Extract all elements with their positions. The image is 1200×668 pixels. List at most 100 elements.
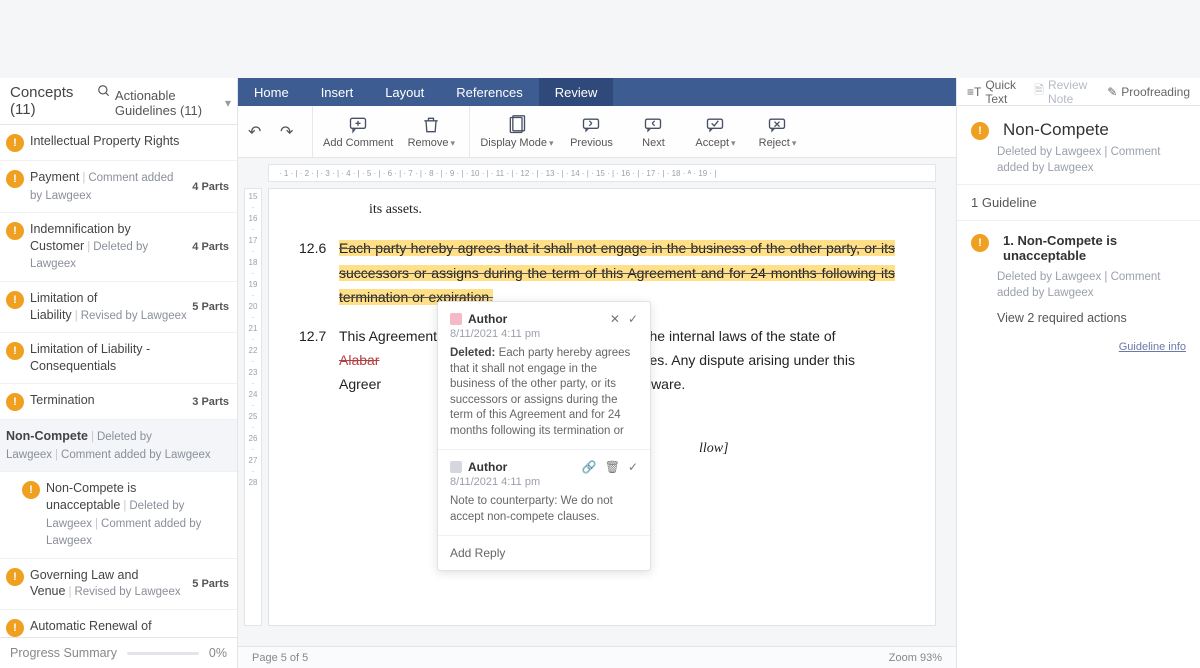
comment-author: Author (468, 460, 576, 474)
view-actions-link[interactable]: View 2 required actions (997, 311, 1186, 325)
right-meta: Deleted by Lawgeex | Comment added by La… (997, 144, 1186, 176)
concept-item[interactable]: ! Termination 3 Parts (0, 384, 237, 420)
status-dot-icon: ! (6, 134, 24, 152)
concepts-count: (11) (10, 101, 93, 118)
concept-title: Payment (30, 170, 79, 184)
comment-author: Author (468, 312, 604, 326)
status-dot-icon: ! (6, 619, 24, 637)
search-icon[interactable] (93, 84, 115, 101)
tab-review[interactable]: Review (539, 78, 614, 106)
redo-button[interactable]: ↷ (280, 122, 298, 142)
next-button[interactable]: Next (629, 115, 677, 149)
zoom-status: Zoom 93% (889, 652, 942, 664)
concept-subitem[interactable]: ! Non-Compete is unacceptable|Deleted by… (0, 472, 237, 558)
tab-home[interactable]: Home (238, 78, 305, 106)
left-sidebar: Concepts (11) Actionable Guidelines (11)… (0, 78, 238, 668)
concept-list: ! Intellectual Property Rights ! Payment… (0, 125, 237, 637)
document-viewport[interactable]: · 1 · | · 2 · | · 3 · | · 4 · | · 5 · | … (238, 158, 956, 646)
follow-text: llow] (699, 438, 895, 460)
concept-title: Non-Compete (6, 429, 88, 443)
progress-value: 0% (209, 646, 227, 660)
guideline-meta: Deleted by Lawgeex | Comment added by La… (997, 269, 1186, 301)
previous-button[interactable]: Previous (567, 115, 615, 149)
tab-bar: Home Insert Layout References Review (238, 78, 956, 106)
concept-item[interactable]: ! Limitation of Liability - Consequentia… (0, 333, 237, 384)
proof-icon: ✎ (1107, 85, 1117, 99)
guideline-info-link[interactable]: Guideline info (971, 341, 1186, 353)
concept-item[interactable]: ! Intellectual Property Rights (0, 125, 237, 161)
accept-button[interactable]: Accept▾ (691, 115, 739, 149)
parts-badge: 3 Parts (188, 396, 229, 408)
progress-summary: Progress Summary 0% (0, 637, 237, 668)
status-dot-icon: ! (6, 393, 24, 411)
concept-item-active[interactable]: Non-Compete|Deleted by Lawgeex|Comment a… (0, 420, 237, 472)
left-header: Concepts (11) Actionable Guidelines (11)… (0, 78, 237, 125)
note-icon: 🗎 (1034, 81, 1044, 102)
close-icon[interactable]: ✕ (610, 312, 620, 326)
actionable-guidelines-label[interactable]: Actionable Guidelines (11) (115, 88, 221, 118)
concept-title: Automatic Renewal of Agreement (30, 619, 152, 637)
clause-12-6: 12.6 Each party hereby agrees that it sh… (339, 237, 895, 310)
parts-badge: 4 Parts (188, 241, 229, 253)
author-color-icon (450, 313, 462, 325)
add-comment-button[interactable]: Add Comment (323, 115, 393, 149)
horizontal-ruler: · 1 · | · 2 · | · 3 · | · 4 · | · 5 · | … (268, 164, 936, 182)
text-icon: ≡T (967, 85, 981, 99)
review-note-button[interactable]: 🗎Review Note (1034, 78, 1095, 106)
right-title: Non-Compete (1003, 120, 1109, 140)
chevron-down-icon[interactable]: ▾ (225, 96, 231, 110)
status-dot-icon: ! (971, 234, 989, 252)
paragraph-fragment: its assets. (369, 199, 895, 221)
right-panel: ≡TQuick Text 🗎Review Note ✎Proofreading … (956, 78, 1200, 668)
remove-button[interactable]: Remove▾ (407, 115, 455, 149)
comment-timestamp: 8/11/2021 4:11 pm (450, 476, 638, 488)
ribbon: ↶ ↷ Add Comment Remove▾ Display Mode▾ (238, 106, 956, 158)
parts-badge: 4 Parts (188, 181, 229, 193)
author-color-icon (450, 461, 462, 473)
accept-icon[interactable]: ✓ (628, 312, 638, 326)
status-dot-icon: ! (6, 222, 24, 240)
concept-item[interactable]: ! Automatic Renewal of Agreement|Deleted… (0, 610, 237, 637)
undo-button[interactable]: ↶ (248, 122, 266, 142)
concept-title: Limitation of Liability - Consequentials (30, 342, 150, 373)
display-mode-button[interactable]: Display Mode▾ (480, 115, 553, 149)
trash-icon[interactable]: 🗑 (605, 460, 620, 474)
guideline-count: 1 Guideline (957, 184, 1200, 221)
status-dot-icon: ! (6, 170, 24, 188)
right-header: ! Non-Compete Deleted by Lawgeex | Comme… (957, 106, 1200, 184)
deleted-text: Each party hereby agrees that it shall n… (339, 240, 895, 305)
comment-body: Note to counterparty: We do not accept n… (450, 494, 638, 525)
concept-item[interactable]: ! Limitation of Liability|Revised by Law… (0, 282, 237, 333)
vertical-ruler: 15·16·17·18·19·20·21·22·23·24·25·26·27·2… (244, 188, 262, 626)
right-toolbar: ≡TQuick Text 🗎Review Note ✎Proofreading (957, 78, 1200, 106)
concept-title: Intellectual Property Rights (30, 134, 179, 148)
concepts-title: Concepts (10, 84, 93, 101)
comment-body: Deleted: Each party hereby agrees that i… (450, 346, 638, 439)
status-dot-icon: ! (6, 291, 24, 309)
tab-insert[interactable]: Insert (305, 78, 370, 106)
quick-text-button[interactable]: ≡TQuick Text (967, 78, 1022, 106)
editor-area: Home Insert Layout References Review ↶ ↷… (238, 78, 956, 668)
concept-item[interactable]: ! Governing Law and Venue|Revised by Law… (0, 559, 237, 610)
concept-item[interactable]: ! Indemnification by Customer|Deleted by… (0, 213, 237, 282)
concept-item[interactable]: ! Payment|Comment added by Lawgeex 4 Par… (0, 161, 237, 213)
comment-timestamp: 8/11/2021 4:11 pm (450, 328, 638, 340)
status-bar: Page 5 of 5 Zoom 93% (238, 646, 956, 668)
guideline-detail: ! 1. Non-Compete is unacceptable Deleted… (957, 221, 1200, 365)
status-dot-icon: ! (22, 481, 40, 499)
reject-button[interactable]: Reject▾ (753, 115, 801, 149)
concept-title: Termination (30, 393, 95, 407)
comment-popover: Author ✕ ✓ 8/11/2021 4:11 pm Deleted: Ea… (437, 301, 651, 571)
parts-badge: 5 Parts (188, 578, 229, 590)
accept-icon[interactable]: ✓ (628, 460, 638, 474)
proofreading-button[interactable]: ✎Proofreading (1107, 85, 1190, 99)
add-reply-button[interactable]: Add Reply (450, 546, 638, 560)
guideline-title: 1. Non-Compete is unacceptable (1003, 233, 1186, 263)
link-icon[interactable]: 🔗 (582, 460, 597, 474)
tab-layout[interactable]: Layout (369, 78, 440, 106)
document-page[interactable]: its assets. 12.6 Each party hereby agree… (268, 188, 936, 626)
progress-label: Progress Summary (10, 646, 117, 660)
progress-bar (127, 652, 199, 655)
tab-references[interactable]: References (440, 78, 538, 106)
status-dot-icon: ! (971, 122, 989, 140)
